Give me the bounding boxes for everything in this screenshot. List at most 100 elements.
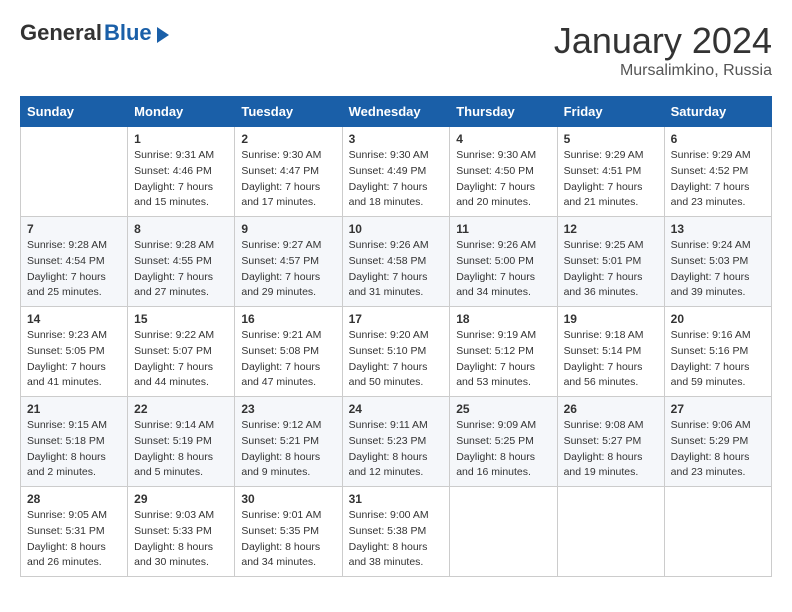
day-number: 3 bbox=[349, 132, 444, 146]
day-cell bbox=[557, 487, 664, 577]
day-number: 13 bbox=[671, 222, 765, 236]
day-cell: 9Sunrise: 9:27 AM Sunset: 4:57 PM Daylig… bbox=[235, 217, 342, 307]
day-info: Sunrise: 9:05 AM Sunset: 5:31 PM Dayligh… bbox=[27, 509, 107, 568]
col-header-sunday: Sunday bbox=[21, 97, 128, 127]
day-cell bbox=[21, 127, 128, 217]
day-info: Sunrise: 9:26 AM Sunset: 4:58 PM Dayligh… bbox=[349, 239, 429, 298]
day-cell: 21 Sunrise: 9:15 AM Sunset: 5:18 PM Dayli… bbox=[21, 397, 128, 487]
day-cell bbox=[450, 487, 557, 577]
day-cell: 6Sunrise: 9:29 AM Sunset: 4:52 PM Daylig… bbox=[664, 127, 771, 217]
day-info: Sunrise: 9:06 AM Sunset: 5:29 PM Dayligh… bbox=[671, 419, 751, 478]
day-cell: 18 Sunrise: 9:19 AM Sunset: 5:12 PM Dayli… bbox=[450, 307, 557, 397]
day-cell: 10 Sunrise: 9:26 AM Sunset: 4:58 PM Dayli… bbox=[342, 217, 450, 307]
day-number: 23 bbox=[241, 402, 335, 416]
day-info: Sunrise: 9:24 AM Sunset: 5:03 PM Dayligh… bbox=[671, 239, 751, 298]
day-cell: 16 Sunrise: 9:21 AM Sunset: 5:08 PM Dayli… bbox=[235, 307, 342, 397]
location-text: Mursalimkino, Russia bbox=[554, 62, 772, 80]
col-header-wednesday: Wednesday bbox=[342, 97, 450, 127]
day-info: Sunrise: 9:03 AM Sunset: 5:33 PM Dayligh… bbox=[134, 509, 214, 568]
logo-general-text: General bbox=[20, 20, 102, 46]
day-number: 14 bbox=[27, 312, 121, 326]
day-cell: 19 Sunrise: 9:18 AM Sunset: 5:14 PM Dayli… bbox=[557, 307, 664, 397]
day-cell: 20 Sunrise: 9:16 AM Sunset: 5:16 PM Dayli… bbox=[664, 307, 771, 397]
day-number: 18 bbox=[456, 312, 550, 326]
day-cell: 25Sunrise: 9:09 AM Sunset: 5:25 PM Dayli… bbox=[450, 397, 557, 487]
calendar-header: SundayMondayTuesdayWednesdayThursdayFrid… bbox=[21, 97, 772, 127]
col-header-thursday: Thursday bbox=[450, 97, 557, 127]
day-info: Sunrise: 9:28 AM Sunset: 4:54 PM Dayligh… bbox=[27, 239, 107, 298]
day-info: Sunrise: 9:14 AM Sunset: 5:19 PM Dayligh… bbox=[134, 419, 214, 478]
day-cell: 11Sunrise: 9:26 AM Sunset: 5:00 PM Dayli… bbox=[450, 217, 557, 307]
day-info: Sunrise: 9:28 AM Sunset: 4:55 PM Dayligh… bbox=[134, 239, 214, 298]
day-info: Sunrise: 9:27 AM Sunset: 4:57 PM Dayligh… bbox=[241, 239, 321, 298]
day-number: 28 bbox=[27, 492, 121, 506]
day-number: 5 bbox=[564, 132, 658, 146]
day-number: 4 bbox=[456, 132, 550, 146]
day-cell: 3 Sunrise: 9:30 AM Sunset: 4:49 PM Daylig… bbox=[342, 127, 450, 217]
day-info: Sunrise: 9:19 AM Sunset: 5:12 PM Dayligh… bbox=[456, 329, 536, 388]
col-header-friday: Friday bbox=[557, 97, 664, 127]
logo: General Blue bbox=[20, 20, 169, 46]
page-header: General Blue January 2024 Mursalimkino, … bbox=[20, 20, 772, 80]
day-cell: 22 Sunrise: 9:14 AM Sunset: 5:19 PM Dayli… bbox=[128, 397, 235, 487]
day-info: Sunrise: 9:22 AM Sunset: 5:07 PM Dayligh… bbox=[134, 329, 214, 388]
day-number: 30 bbox=[241, 492, 335, 506]
day-number: 24 bbox=[349, 402, 444, 416]
day-number: 11 bbox=[456, 222, 550, 236]
day-number: 6 bbox=[671, 132, 765, 146]
day-number: 7 bbox=[27, 222, 121, 236]
day-cell bbox=[664, 487, 771, 577]
day-number: 17 bbox=[349, 312, 444, 326]
day-cell: 14Sunrise: 9:23 AM Sunset: 5:05 PM Dayli… bbox=[21, 307, 128, 397]
day-info: Sunrise: 9:11 AM Sunset: 5:23 PM Dayligh… bbox=[349, 419, 428, 478]
day-info: Sunrise: 9:08 AM Sunset: 5:27 PM Dayligh… bbox=[564, 419, 644, 478]
calendar-table: SundayMondayTuesdayWednesdayThursdayFrid… bbox=[20, 96, 772, 577]
day-number: 22 bbox=[134, 402, 228, 416]
day-number: 19 bbox=[564, 312, 658, 326]
day-info: Sunrise: 9:16 AM Sunset: 5:16 PM Dayligh… bbox=[671, 329, 751, 388]
day-cell: 30 Sunrise: 9:01 AM Sunset: 5:35 PM Dayli… bbox=[235, 487, 342, 577]
col-header-saturday: Saturday bbox=[664, 97, 771, 127]
day-cell: 23Sunrise: 9:12 AM Sunset: 5:21 PM Dayli… bbox=[235, 397, 342, 487]
day-cell: 2 Sunrise: 9:30 AM Sunset: 4:47 PM Daylig… bbox=[235, 127, 342, 217]
day-number: 16 bbox=[241, 312, 335, 326]
day-cell: 8 Sunrise: 9:28 AM Sunset: 4:55 PM Daylig… bbox=[128, 217, 235, 307]
day-number: 1 bbox=[134, 132, 228, 146]
day-number: 20 bbox=[671, 312, 765, 326]
day-cell: 26 Sunrise: 9:08 AM Sunset: 5:27 PM Dayli… bbox=[557, 397, 664, 487]
day-cell: 13 Sunrise: 9:24 AM Sunset: 5:03 PM Dayli… bbox=[664, 217, 771, 307]
day-info: Sunrise: 9:15 AM Sunset: 5:18 PM Dayligh… bbox=[27, 419, 107, 478]
day-info: Sunrise: 9:20 AM Sunset: 5:10 PM Dayligh… bbox=[349, 329, 429, 388]
day-cell: 7 Sunrise: 9:28 AM Sunset: 4:54 PM Daylig… bbox=[21, 217, 128, 307]
day-info: Sunrise: 9:09 AM Sunset: 5:25 PM Dayligh… bbox=[456, 419, 536, 478]
day-info: Sunrise: 9:25 AM Sunset: 5:01 PM Dayligh… bbox=[564, 239, 644, 298]
day-info: Sunrise: 9:01 AM Sunset: 5:35 PM Dayligh… bbox=[241, 509, 321, 568]
day-number: 27 bbox=[671, 402, 765, 416]
day-cell: 5Sunrise: 9:29 AM Sunset: 4:51 PM Daylig… bbox=[557, 127, 664, 217]
week-row-4: 21 Sunrise: 9:15 AM Sunset: 5:18 PM Dayli… bbox=[21, 397, 772, 487]
day-number: 15 bbox=[134, 312, 228, 326]
day-number: 26 bbox=[564, 402, 658, 416]
day-number: 8 bbox=[134, 222, 228, 236]
logo-blue-text: Blue bbox=[104, 20, 152, 46]
col-header-monday: Monday bbox=[128, 97, 235, 127]
day-cell: 29Sunrise: 9:03 AM Sunset: 5:33 PM Dayli… bbox=[128, 487, 235, 577]
day-number: 2 bbox=[241, 132, 335, 146]
day-cell: 24 Sunrise: 9:11 AM Sunset: 5:23 PM Dayli… bbox=[342, 397, 450, 487]
day-number: 12 bbox=[564, 222, 658, 236]
header-row: SundayMondayTuesdayWednesdayThursdayFrid… bbox=[21, 97, 772, 127]
day-info: Sunrise: 9:31 AM Sunset: 4:46 PM Dayligh… bbox=[134, 149, 214, 208]
day-number: 10 bbox=[349, 222, 444, 236]
day-info: Sunrise: 9:30 AM Sunset: 4:49 PM Dayligh… bbox=[349, 149, 429, 208]
day-info: Sunrise: 9:00 AM Sunset: 5:38 PM Dayligh… bbox=[349, 509, 429, 568]
month-title: January 2024 bbox=[554, 20, 772, 62]
day-cell: 31Sunrise: 9:00 AM Sunset: 5:38 PM Dayli… bbox=[342, 487, 450, 577]
day-info: Sunrise: 9:18 AM Sunset: 5:14 PM Dayligh… bbox=[564, 329, 644, 388]
calendar-body: 1 Sunrise: 9:31 AM Sunset: 4:46 PM Daylig… bbox=[21, 127, 772, 577]
day-info: Sunrise: 9:30 AM Sunset: 4:47 PM Dayligh… bbox=[241, 149, 321, 208]
day-number: 21 bbox=[27, 402, 121, 416]
day-cell: 1 Sunrise: 9:31 AM Sunset: 4:46 PM Daylig… bbox=[128, 127, 235, 217]
day-cell: 15 Sunrise: 9:22 AM Sunset: 5:07 PM Dayli… bbox=[128, 307, 235, 397]
day-info: Sunrise: 9:21 AM Sunset: 5:08 PM Dayligh… bbox=[241, 329, 321, 388]
week-row-2: 7 Sunrise: 9:28 AM Sunset: 4:54 PM Daylig… bbox=[21, 217, 772, 307]
